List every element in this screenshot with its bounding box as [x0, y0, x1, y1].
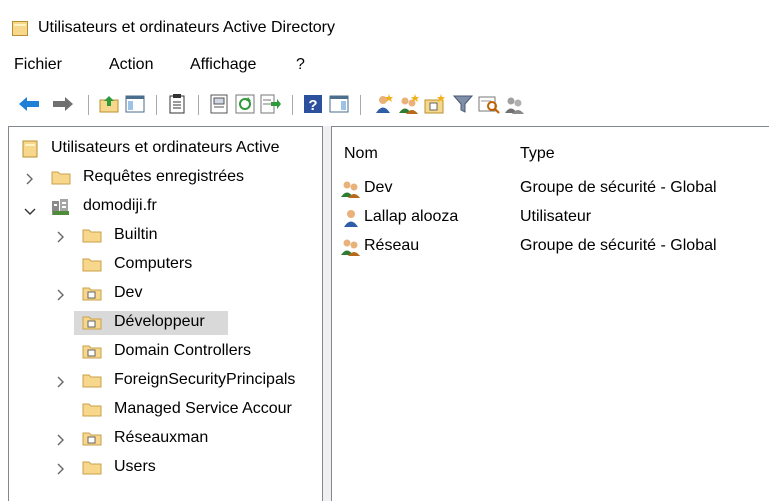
forward-icon[interactable]	[52, 93, 74, 115]
list-item-name: Lallap alooza	[364, 208, 459, 225]
list-item[interactable]: Dev Groupe de sécurité - Global	[332, 177, 768, 201]
filter-icon[interactable]	[452, 93, 474, 115]
up-folder-icon[interactable]	[98, 93, 120, 115]
user-icon	[342, 208, 360, 232]
tree-item-label: Computers	[114, 255, 193, 272]
tree-item-managed-service-accounts[interactable]: Managed Service Accour	[9, 398, 322, 422]
container-folder-icon	[82, 401, 102, 421]
ou-folder-icon	[82, 285, 102, 305]
tree-item-label: Domain Controllers	[114, 342, 251, 359]
toolbar-separator	[292, 95, 293, 115]
chevron-right-icon[interactable]	[57, 462, 65, 479]
chevron-right-icon[interactable]	[26, 172, 34, 189]
tree-item-saved-queries[interactable]: Requêtes enregistrées	[9, 166, 322, 190]
list-item[interactable]: Lallap alooza Utilisateur	[332, 206, 768, 230]
column-header-type[interactable]: Type	[520, 145, 555, 163]
menu-bar: Fichier Action Affichage ?	[0, 52, 769, 76]
tree-item-developpeur[interactable]: Développeur	[74, 311, 228, 335]
title-bar: Utilisateurs et ordinateurs Active Direc…	[0, 0, 769, 44]
show-console-tree-icon[interactable]	[124, 93, 146, 115]
group-icon	[340, 238, 362, 260]
new-group-icon[interactable]	[398, 93, 420, 115]
chevron-right-icon[interactable]	[57, 375, 65, 392]
toolbar-separator	[360, 95, 361, 115]
new-ou-icon[interactable]	[424, 93, 446, 115]
toolbar: ?	[0, 88, 769, 122]
tree-item-label: Builtin	[114, 226, 158, 243]
export-icon[interactable]	[260, 93, 282, 115]
menu-action[interactable]: Action	[109, 56, 153, 74]
help-icon[interactable]: ?	[302, 93, 324, 115]
tree-item-label: ForeignSecurityPrincipals	[114, 371, 296, 388]
ou-folder-icon	[82, 343, 102, 363]
tree-item-label: Requêtes enregistrées	[83, 168, 244, 185]
window-title: Utilisateurs et ordinateurs Active Direc…	[38, 19, 335, 36]
tree-item-label: domodiji.fr	[83, 197, 157, 214]
tree-item-domain[interactable]: domodiji.fr	[9, 195, 322, 219]
menu-help[interactable]: ?	[296, 56, 305, 74]
tree-item-builtin[interactable]: Builtin	[9, 224, 322, 248]
menu-affichage[interactable]: Affichage	[190, 56, 256, 74]
container-folder-icon	[82, 372, 102, 392]
list-item-name: Dev	[364, 179, 393, 196]
chevron-right-icon[interactable]	[57, 288, 65, 305]
chevron-right-icon[interactable]	[57, 433, 65, 450]
tree-item-domain-controllers[interactable]: Domain Controllers	[9, 340, 322, 364]
tree-item-label: Développeur	[114, 313, 205, 330]
toolbar-separator	[88, 95, 89, 115]
tree-item-dev[interactable]: Dev	[9, 282, 322, 306]
properties-icon[interactable]	[166, 93, 188, 115]
tree-item-users[interactable]: Users	[9, 456, 322, 480]
tree-item-label: Users	[114, 458, 156, 475]
pane-splitter[interactable]	[323, 126, 331, 501]
refresh-icon[interactable]	[234, 93, 256, 115]
new-user-icon[interactable]	[372, 93, 394, 115]
ou-folder-icon	[82, 314, 102, 334]
domain-icon	[51, 198, 71, 220]
container-folder-icon	[82, 256, 102, 276]
tree-item-foreign-security-principals[interactable]: ForeignSecurityPrincipals	[9, 369, 322, 393]
container-folder-icon	[82, 227, 102, 247]
tree-item-computers[interactable]: Computers	[9, 253, 322, 277]
ou-folder-icon	[82, 430, 102, 450]
svg-text:?: ?	[308, 97, 317, 114]
list-item-type: Groupe de sécurité - Global	[520, 179, 717, 196]
menu-fichier[interactable]: Fichier	[14, 56, 62, 74]
tree-item-label: Réseauxman	[114, 429, 209, 446]
tree-item-reseauxman[interactable]: Réseauxman	[9, 427, 322, 451]
tree-item-label: Managed Service Accour	[114, 400, 292, 417]
back-icon[interactable]	[18, 93, 40, 115]
ad-root-icon	[22, 140, 38, 162]
list-item-type: Utilisateur	[520, 208, 592, 225]
toolbar-separator	[198, 95, 199, 115]
tree-root-label: Utilisateurs et ordinateurs Active	[51, 139, 280, 156]
delegate-icon[interactable]	[504, 93, 526, 115]
toolbar-separator	[156, 95, 157, 115]
results-pane[interactable]: Nom Type Dev Groupe de sécurité - Global…	[331, 126, 769, 501]
tree-item-label: Dev	[114, 284, 143, 301]
chevron-right-icon[interactable]	[57, 230, 65, 247]
group-icon	[340, 180, 362, 202]
list-item-type: Groupe de sécurité - Global	[520, 237, 717, 254]
app-icon	[12, 21, 28, 36]
tree-root[interactable]: Utilisateurs et ordinateurs Active	[9, 137, 322, 161]
container-folder-icon	[82, 459, 102, 479]
list-item-name: Réseau	[364, 237, 420, 254]
show-pane-icon[interactable]	[328, 93, 350, 115]
find-icon[interactable]	[478, 93, 500, 115]
console-tree[interactable]: Utilisateurs et ordinateurs Active Requê…	[8, 126, 323, 501]
list-item[interactable]: Réseau Groupe de sécurité - Global	[332, 235, 768, 259]
export-list-icon[interactable]	[208, 93, 230, 115]
folder-icon	[51, 169, 71, 189]
chevron-down-icon[interactable]	[24, 203, 36, 220]
column-header-name[interactable]: Nom	[344, 145, 378, 163]
